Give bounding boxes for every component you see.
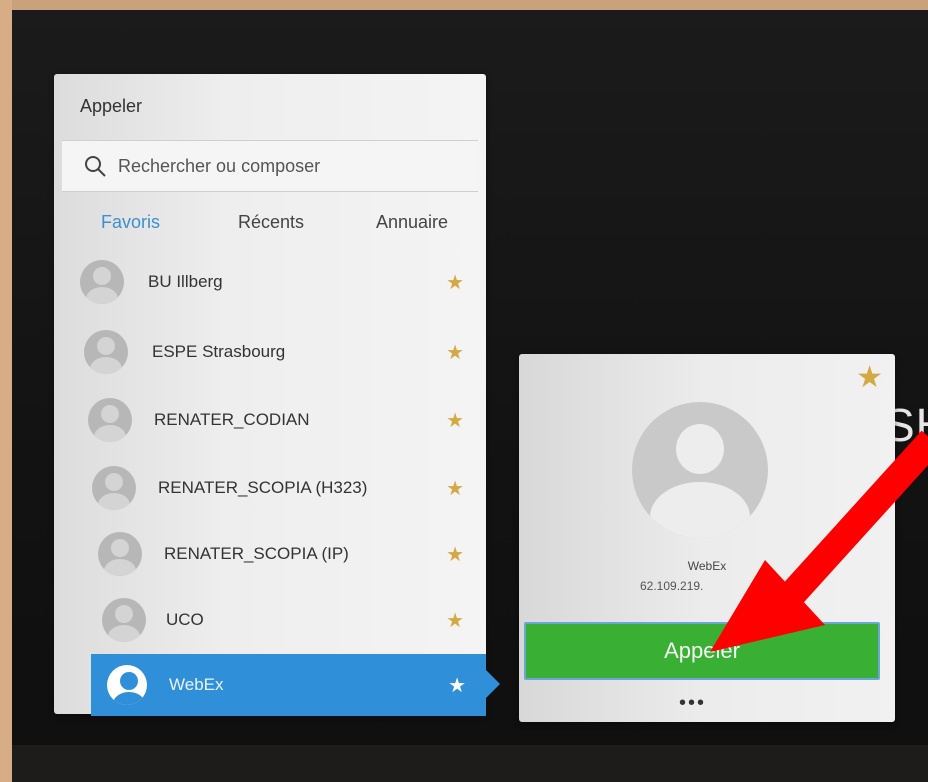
contact-renater-scopia-h323[interactable]: RENATER_SCOPIA (H323) ★ bbox=[54, 458, 486, 518]
tab-favoris[interactable]: Favoris bbox=[101, 212, 160, 233]
star-icon[interactable]: ★ bbox=[446, 270, 464, 295]
star-icon[interactable]: ★ bbox=[446, 542, 464, 567]
avatar-icon bbox=[102, 598, 146, 642]
contact-name: UCO bbox=[166, 610, 204, 629]
star-icon[interactable]: ★ bbox=[448, 673, 466, 698]
contact-name: RENATER_SCOPIA (IP) bbox=[164, 544, 349, 563]
screen-bezel bbox=[12, 745, 928, 782]
contact-renater-codian[interactable]: RENATER_CODIAN ★ bbox=[54, 390, 486, 450]
more-options-button[interactable]: ••• bbox=[679, 692, 706, 715]
star-icon[interactable]: ★ bbox=[446, 476, 464, 501]
contact-uco[interactable]: UCO ★ bbox=[54, 590, 486, 650]
star-icon[interactable]: ★ bbox=[446, 340, 464, 365]
card-contact-address: 62.109.219. bbox=[640, 579, 704, 593]
selection-pointer bbox=[486, 670, 500, 698]
contact-name: BU Illberg bbox=[148, 272, 223, 291]
tab-recents[interactable]: Récents bbox=[238, 212, 304, 233]
avatar-icon bbox=[107, 665, 147, 705]
annotation-arrow-icon bbox=[710, 430, 928, 652]
contact-bu-illberg[interactable]: BU Illberg ★ bbox=[54, 252, 486, 312]
contact-espe-strasbourg[interactable]: ESPE Strasbourg ★ bbox=[54, 322, 486, 382]
search-icon bbox=[82, 153, 108, 179]
contact-name: WebEx bbox=[169, 675, 224, 694]
avatar-icon bbox=[88, 398, 132, 442]
wall bbox=[0, 0, 12, 782]
star-icon[interactable]: ★ bbox=[446, 408, 464, 433]
contact-name: RENATER_SCOPIA (H323) bbox=[158, 478, 368, 497]
star-icon[interactable]: ★ bbox=[446, 608, 464, 633]
contact-renater-scopia-ip[interactable]: RENATER_SCOPIA (IP) ★ bbox=[54, 524, 486, 584]
panel-title: Appeler bbox=[80, 96, 143, 116]
avatar-icon bbox=[80, 260, 124, 304]
search-placeholder: Rechercher ou composer bbox=[118, 155, 321, 176]
contact-name: RENATER_CODIAN bbox=[154, 410, 310, 429]
contact-webex[interactable]: WebEx ★ bbox=[91, 654, 486, 716]
favorite-star-icon[interactable]: ★ bbox=[856, 360, 883, 395]
tab-bar: Favoris Récents Annuaire bbox=[54, 206, 486, 240]
avatar-icon bbox=[98, 532, 142, 576]
tab-annuaire[interactable]: Annuaire bbox=[376, 212, 448, 233]
search-input[interactable]: Rechercher ou composer bbox=[62, 140, 478, 192]
avatar-icon bbox=[92, 466, 136, 510]
contact-name: ESPE Strasbourg bbox=[152, 342, 286, 361]
call-panel: Appeler Rechercher ou composer Favoris R… bbox=[54, 74, 500, 716]
avatar-icon bbox=[84, 330, 128, 374]
